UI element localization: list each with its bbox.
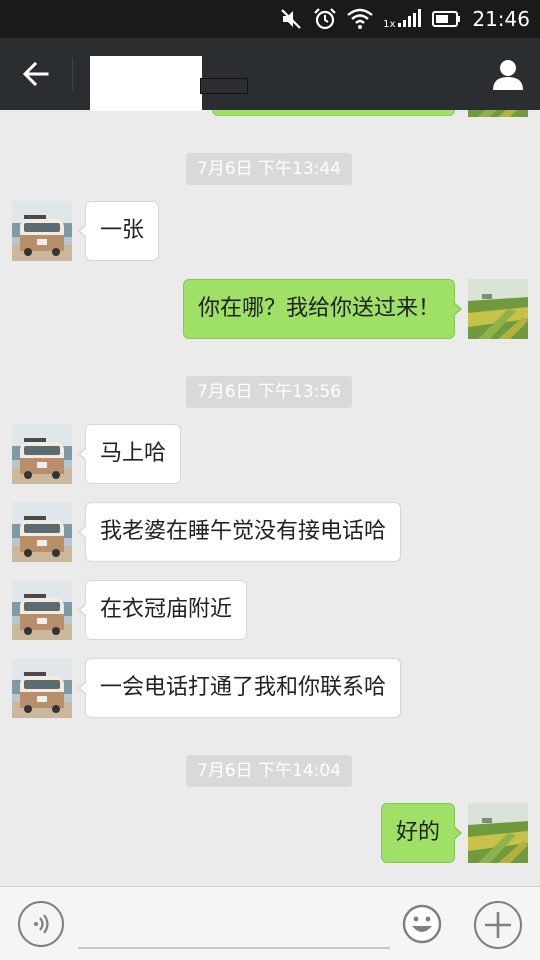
alarm-icon — [313, 7, 337, 31]
contact-avatar[interactable] — [12, 502, 72, 562]
status-time: 21:46 — [472, 7, 530, 31]
outgoing-message[interactable]: 你在哪？我给你送过来！ — [182, 279, 463, 339]
timestamp: 7月6日 下午13:44 — [186, 153, 353, 185]
outgoing-message[interactable]: 好的 — [380, 803, 463, 863]
message-input[interactable] — [78, 899, 390, 949]
my-avatar[interactable] — [468, 110, 528, 117]
chat-area[interactable]: 7月6日 下午13:44 一张 你在哪？我给你送过来！ 7月6日 下午13:56… — [0, 110, 540, 886]
back-button[interactable] — [12, 52, 60, 96]
voice-icon — [34, 914, 49, 934]
profile-button[interactable] — [488, 54, 528, 94]
previous-message-bubble — [212, 110, 455, 116]
network-label: 1x — [383, 19, 396, 30]
voice-button[interactable] — [18, 901, 64, 947]
watermark — [440, 922, 536, 944]
redacted-contact-name — [90, 56, 202, 111]
my-avatar[interactable] — [468, 279, 528, 339]
status-bar: 1x 21:46 — [0, 0, 540, 38]
timestamp: 7月6日 下午14:04 — [186, 755, 353, 787]
emoji-button[interactable] — [402, 904, 442, 944]
contact-avatar[interactable] — [12, 580, 72, 640]
emoji-icon — [402, 904, 442, 944]
back-arrow-icon — [22, 61, 49, 87]
timestamp: 7月6日 下午13:56 — [186, 376, 353, 408]
my-avatar[interactable] — [468, 803, 528, 863]
person-icon — [493, 60, 523, 90]
incoming-message[interactable]: 一张 — [77, 201, 160, 261]
signal-icon: 1x — [383, 8, 422, 30]
contact-avatar[interactable] — [12, 658, 72, 718]
redacted-box — [200, 78, 248, 94]
contact-avatar[interactable] — [12, 201, 72, 261]
incoming-message[interactable]: 我老婆在睡午觉没有接电话哈 — [77, 502, 402, 562]
incoming-message[interactable]: 在衣冠庙附近 — [77, 580, 248, 640]
title-divider — [72, 58, 73, 90]
title-bar — [0, 38, 540, 111]
battery-icon — [432, 9, 462, 29]
wifi-icon — [347, 8, 373, 30]
contact-avatar[interactable] — [12, 424, 72, 484]
incoming-message[interactable]: 一会电话打通了我和你联系哈 — [77, 658, 402, 718]
mute-icon — [279, 8, 303, 30]
incoming-message[interactable]: 马上哈 — [77, 424, 182, 484]
